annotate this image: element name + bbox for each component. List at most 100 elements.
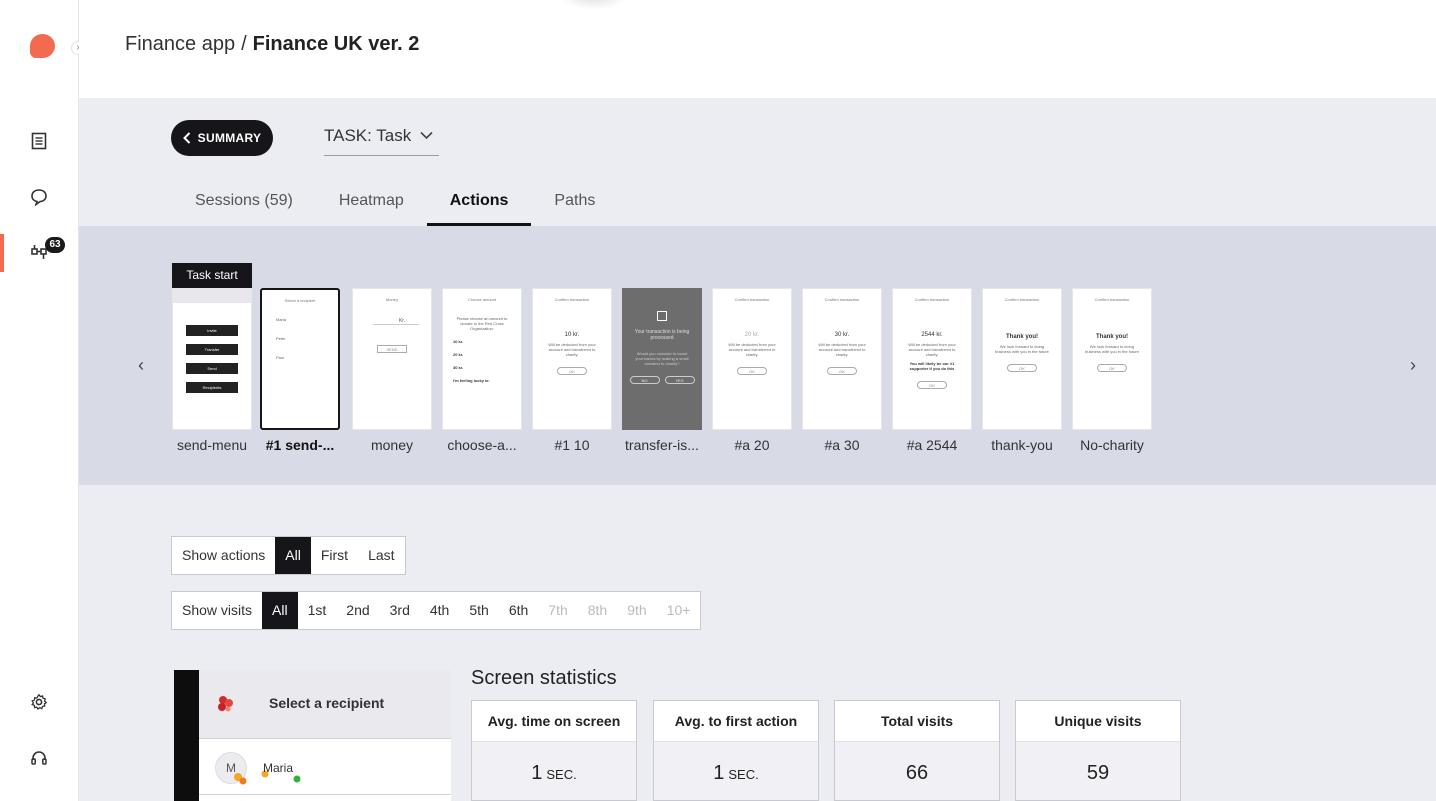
notification-badge: 63: [45, 237, 65, 253]
screen-thumbnail-transfer-processing[interactable]: Your transaction is being processed Woul…: [622, 288, 702, 430]
preview-title: Select a recipient: [269, 695, 385, 711]
mini-text: Will be deducted from your account and t…: [548, 342, 596, 357]
heatmap-cluster-icon: [218, 696, 233, 712]
screen-thumbnail-confirm-2544[interactable]: Confirm transaction 2544 kr. Will be ded…: [892, 288, 972, 430]
mini-title: Confirm transaction: [1094, 297, 1130, 302]
summary-button-label: SUMMARY: [197, 131, 262, 145]
screen-thumbnail-send-recipient[interactable]: Select a recipient Maria Peter Paul: [260, 288, 340, 430]
screen-thumbnail-send-menu[interactable]: Invite Transfer Send Recipients: [172, 288, 252, 430]
mini-button: OK: [917, 381, 947, 389]
stat-value: 66: [905, 762, 929, 784]
mini-title: Select a recipient: [284, 298, 316, 303]
stat-label: Avg. time on screen: [472, 701, 636, 742]
visits-option-1st[interactable]: 1st: [298, 592, 337, 629]
mini-button: Send: [186, 363, 238, 374]
chevron-down-icon: [420, 131, 433, 140]
visits-option-9th: 9th: [627, 602, 647, 618]
visits-option-4th[interactable]: 4th: [420, 592, 459, 629]
screen-label: transfer-is...: [625, 437, 699, 453]
visits-option-3rd[interactable]: 3rd: [380, 592, 420, 629]
header: Finance app / Finance UK ver. 2: [79, 0, 1436, 98]
visits-option-all[interactable]: All: [262, 592, 298, 629]
mini-button: NO: [629, 376, 660, 384]
screen-label: No-charity: [1080, 437, 1144, 453]
screen-label: #1 10: [554, 437, 590, 453]
show-visits-label: Show visits: [182, 602, 253, 618]
screen-thumbnail-choose-amount[interactable]: Choose amount Please choose an amount to…: [442, 288, 522, 430]
stat-card-unique-visits: Unique visits 59: [1015, 700, 1181, 801]
mini-title: Money: [385, 297, 398, 302]
show-actions-label: Show actions: [182, 547, 266, 563]
mini-list-item: Paul: [276, 355, 285, 360]
mini-text: We look forward to doing business with y…: [1085, 344, 1139, 354]
stat-label: Total visits: [835, 701, 999, 742]
mini-button: YES: [664, 376, 695, 384]
task-dropdown-label: TASK: Task: [324, 126, 412, 145]
actions-option-all[interactable]: All: [275, 537, 311, 574]
visits-option-5th[interactable]: 5th: [459, 592, 498, 629]
screen-thumbnail-money[interactable]: Money Kr. SEND: [352, 288, 432, 430]
mini-processing-icon: [657, 311, 667, 321]
screen-label: #1 send-...: [265, 437, 335, 453]
screen-preview: Select a recipient M Maria: [174, 670, 451, 801]
mini-note: You will likely be our #1 supporter if y…: [909, 361, 955, 371]
logo-icon[interactable]: [30, 34, 55, 58]
header-decoration: [559, 0, 629, 10]
task-start-label: Task start: [172, 263, 252, 288]
mini-option: 30 kr.: [453, 365, 464, 370]
mini-amount: 30 kr.: [834, 332, 850, 338]
tab-paths[interactable]: Paths: [531, 187, 618, 226]
mini-button: OK: [1007, 364, 1037, 372]
headset-icon[interactable]: [27, 746, 51, 770]
screen-label: #a 20: [734, 437, 770, 453]
visits-option-6th[interactable]: 6th: [499, 592, 538, 629]
mini-button: OK: [737, 367, 767, 375]
stat-value: 1: [713, 762, 725, 784]
document-icon[interactable]: [27, 129, 51, 153]
mini-amount: 2544 kr.: [921, 332, 943, 338]
visits-option-8th: 8th: [587, 602, 608, 618]
visits-option-10plus: 10+: [666, 602, 691, 618]
summary-button[interactable]: SUMMARY: [171, 120, 273, 156]
chevron-right-icon[interactable]: ›: [1403, 355, 1423, 375]
stat-unit: SEC.: [728, 767, 759, 782]
show-actions-filter: Show actions All First Last: [171, 536, 406, 575]
screen-label: choose-a...: [447, 437, 517, 453]
screen-statistics-title: Screen statistics: [471, 667, 617, 689]
stat-unit: SEC.: [546, 767, 577, 782]
mini-amount: 10 kr.: [564, 332, 580, 338]
screen-label: #a 2544: [906, 437, 958, 453]
screen-thumbnail-confirm-10[interactable]: Confirm transaction 10 kr. Will be deduc…: [532, 288, 612, 430]
tab-actions[interactable]: Actions: [426, 187, 532, 226]
screen-thumbnail-thank-you[interactable]: Confirm transaction Thank you! We look f…: [982, 288, 1062, 430]
breadcrumb-parent[interactable]: Finance app: [125, 33, 235, 55]
mini-title: Your transaction is being processed: [634, 329, 690, 341]
mini-unit: Kr.: [373, 302, 419, 325]
mini-option: 10 kr.: [453, 339, 464, 344]
stat-value: 1: [531, 762, 543, 784]
preview-recipient-name: Maria: [263, 761, 294, 775]
actions-option-last[interactable]: Last: [358, 537, 404, 574]
stat-card-avg-time: Avg. time on screen 1 SEC.: [471, 700, 637, 801]
chat-bubble-icon[interactable]: [27, 185, 51, 209]
task-dropdown[interactable]: TASK: Task: [324, 126, 439, 156]
mini-option: 20 kr.: [453, 352, 464, 357]
tab-bar: Sessions (59) Heatmap Actions Paths: [172, 187, 618, 226]
visits-option-7th: 7th: [548, 602, 568, 618]
mini-text: Please choose an amount to donate to the…: [456, 316, 508, 331]
screen-label: money: [370, 437, 414, 453]
actions-option-first[interactable]: First: [311, 537, 358, 574]
screen-thumbnail-confirm-20[interactable]: Confirm transaction 20 kr. Will be deduc…: [712, 288, 792, 430]
tab-sessions[interactable]: Sessions (59): [172, 187, 316, 226]
visits-option-2nd[interactable]: 2nd: [336, 592, 379, 629]
stat-value-wrap: 66: [835, 762, 999, 785]
mini-button: OK: [827, 367, 857, 375]
breadcrumb: Finance app / Finance UK ver. 2: [125, 33, 419, 56]
screen-thumbnail-confirm-30[interactable]: Confirm transaction 30 kr. Will be deduc…: [802, 288, 882, 430]
chevron-left-icon[interactable]: ‹: [131, 355, 151, 375]
mini-button: OK: [557, 367, 587, 375]
preview-side-bar: [174, 670, 199, 801]
tab-heatmap[interactable]: Heatmap: [316, 187, 427, 226]
gear-icon[interactable]: [27, 690, 51, 714]
screen-thumbnail-no-charity[interactable]: Confirm transaction Thank you! We look f…: [1072, 288, 1152, 430]
